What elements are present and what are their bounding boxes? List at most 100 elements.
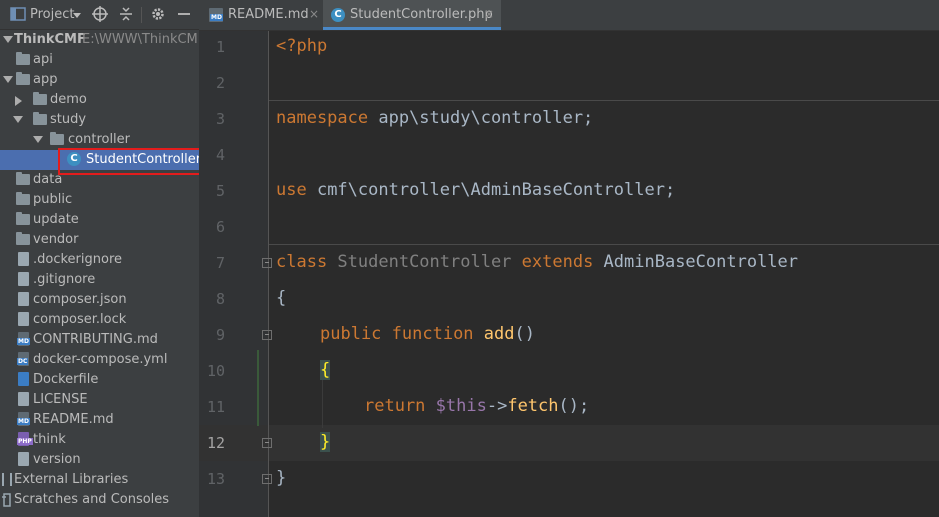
header-divider: [141, 7, 142, 23]
project-view-icon[interactable]: [10, 6, 26, 22]
tree-item-license[interactable]: LICENSE: [0, 390, 199, 410]
expand-arrow-icon[interactable]: [13, 116, 23, 123]
chevron-down-icon[interactable]: [73, 11, 81, 19]
function-name: add: [473, 324, 515, 344]
line-number-current: 12: [206, 434, 225, 452]
editor-tab-bar: MD README.md × C StudentController.php ×: [199, 0, 939, 31]
library-icon: [2, 473, 12, 486]
tree-item-label: public: [33, 192, 73, 207]
markdown-file-icon: MD: [209, 8, 223, 22]
folder-icon: [33, 92, 47, 105]
fold-marker-icon[interactable]: [262, 474, 272, 484]
tree-item-controller[interactable]: controller: [0, 130, 199, 150]
tree-item-contributing[interactable]: MD CONTRIBUTING.md: [0, 330, 199, 350]
collapse-all-icon[interactable]: [118, 6, 134, 22]
tree-item-label: .dockerignore: [33, 252, 123, 267]
collapse-arrow-icon[interactable]: [15, 96, 22, 106]
expand-arrow-icon[interactable]: [33, 136, 43, 143]
line-number: 8: [215, 290, 225, 308]
tree-item-scratches[interactable]: Scratches and Consoles: [0, 490, 199, 510]
folder-icon: [16, 192, 30, 205]
use-path: cmf\controller\AdminBaseController;: [306, 180, 676, 200]
namespace-path: app\study\controller;: [368, 108, 594, 128]
file-icon: [18, 272, 29, 286]
project-sidebar: Project ThinkCMF E:\WWW\ThinkCMF api app…: [0, 0, 229, 517]
operator: ->: [486, 396, 508, 416]
folder-icon: [16, 232, 30, 245]
brace: }: [276, 468, 287, 488]
fold-marker-icon[interactable]: [262, 258, 272, 268]
fold-marker-icon[interactable]: [262, 330, 272, 340]
expand-arrow-icon[interactable]: [3, 36, 13, 43]
tree-item-update[interactable]: update: [0, 210, 199, 230]
tree-item-dockerignore[interactable]: .dockerignore: [0, 250, 199, 270]
tree-item-label: composer.json: [33, 292, 127, 307]
tree-item-label: controller: [68, 132, 131, 147]
tab-readme[interactable]: MD README.md ×: [201, 0, 323, 30]
tree-item-label: README.md: [33, 412, 114, 427]
tree-item-study[interactable]: study: [0, 110, 199, 130]
php-class-icon: C: [331, 8, 345, 22]
project-view-title[interactable]: Project: [30, 7, 74, 22]
keyword: namespace: [276, 108, 369, 128]
close-icon[interactable]: ×: [484, 7, 494, 21]
close-icon[interactable]: ×: [309, 7, 319, 21]
tree-item-label: LICENSE: [33, 392, 88, 407]
line-number: 2: [215, 74, 225, 92]
line-number: 5: [215, 182, 225, 200]
project-header: Project: [0, 0, 199, 30]
line-number: 3: [215, 110, 225, 128]
tree-item-label: app: [33, 72, 58, 87]
expand-arrow-icon[interactable]: [3, 76, 13, 83]
tree-item-composer-lock[interactable]: composer.lock: [0, 310, 199, 330]
tree-item-demo[interactable]: demo: [0, 90, 199, 110]
tree-item-api[interactable]: api: [0, 50, 199, 70]
code-line-3: namespace app\study\controller;: [276, 108, 593, 128]
tree-item-label: version: [33, 452, 81, 467]
folder-icon: [16, 72, 30, 85]
keyword: use: [276, 180, 307, 200]
tree-item-docker-compose[interactable]: DC docker-compose.yml: [0, 350, 199, 370]
locate-icon[interactable]: [92, 6, 108, 22]
base-class: AdminBaseController: [593, 252, 799, 272]
tree-item-label: Scratches and Consoles: [14, 492, 170, 507]
minimize-icon[interactable]: [176, 6, 192, 22]
code-line-5: use cmf\controller\AdminBaseController;: [276, 180, 675, 200]
line-number: 4: [215, 146, 225, 164]
root-name: ThinkCMF: [14, 32, 86, 47]
tree-root[interactable]: ThinkCMF E:\WWW\ThinkCMF: [0, 30, 205, 50]
code-line-12: }: [320, 432, 331, 452]
tree-item-external-libraries[interactable]: External Libraries: [0, 470, 199, 490]
folder-icon: [33, 112, 47, 125]
change-marker: [257, 350, 259, 426]
tab-studentcontroller[interactable]: C StudentController.php ×: [323, 0, 501, 30]
variable: $this: [425, 396, 487, 416]
tree-item-label: think: [33, 432, 66, 447]
folder-icon: [16, 212, 30, 225]
indent-guide: [322, 380, 323, 428]
method-separator: [269, 100, 939, 101]
line-number: 7: [215, 254, 225, 272]
fold-marker-icon[interactable]: [262, 438, 272, 448]
tree-item-public[interactable]: public: [0, 190, 199, 210]
tree-item-vendor[interactable]: vendor: [0, 230, 199, 250]
keyword: function: [381, 324, 474, 344]
call-end: ();: [558, 396, 590, 416]
root-path: E:\WWW\ThinkCMF: [82, 32, 206, 47]
tree-item-label: api: [33, 52, 53, 67]
code-line-10: {: [320, 360, 331, 380]
tree-item-label: External Libraries: [14, 472, 129, 487]
method-call: fetch: [507, 396, 559, 416]
tree-item-version[interactable]: version: [0, 450, 199, 470]
file-icon: [18, 392, 29, 406]
gear-icon[interactable]: [150, 6, 166, 22]
tree-item-dockerfile[interactable]: Dockerfile: [0, 370, 199, 390]
tree-item-readme[interactable]: MD README.md: [0, 410, 199, 430]
tree-item-think[interactable]: PHP think: [0, 430, 199, 450]
tree-item-composer-json[interactable]: composer.json: [0, 290, 199, 310]
tree-item-gitignore[interactable]: .gitignore: [0, 270, 199, 290]
markdown-file-icon: MD: [17, 332, 30, 346]
tree-item-app[interactable]: app: [0, 70, 199, 90]
php-file-icon: PHP: [17, 432, 33, 446]
code-line-8: {: [276, 288, 286, 308]
